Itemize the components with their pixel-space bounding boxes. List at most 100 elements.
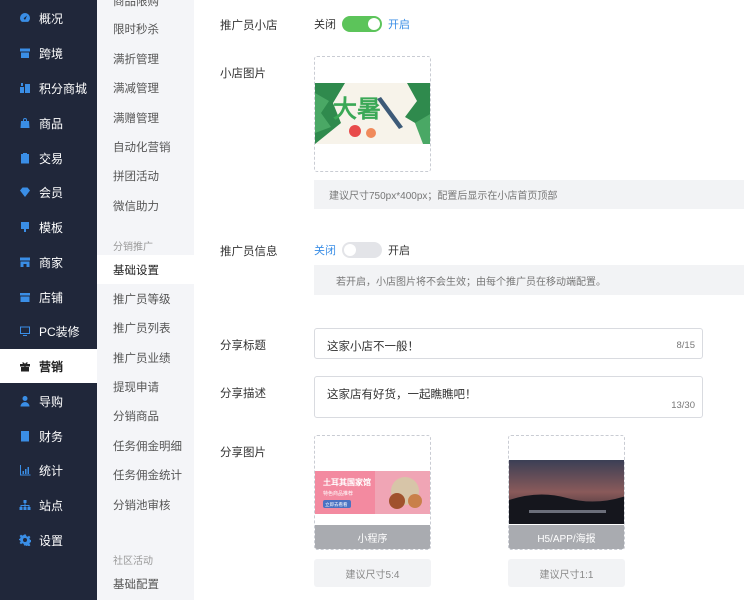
nav-item-shops[interactable]: 店铺 xyxy=(0,280,97,314)
nav-item-points-mall[interactable]: 积分商城 xyxy=(0,71,97,105)
sub-item-pool-review[interactable]: 分销池审核 xyxy=(97,490,194,519)
nav-item-label: 跨境 xyxy=(39,46,64,61)
poster-button: 立即去看看 xyxy=(325,501,348,508)
share-image-label: 分享图片 xyxy=(220,447,266,459)
nav-item-label: 营销 xyxy=(39,359,64,374)
nav-item-label: 设置 xyxy=(39,533,64,548)
switch-on-text: 开启 xyxy=(388,245,410,257)
nav-item-members[interactable]: 会员 xyxy=(0,175,97,209)
sub-item-basic-settings[interactable]: 基础设置 xyxy=(97,255,194,284)
nav-item-label: 模板 xyxy=(39,220,64,235)
nav-item-finance[interactable]: 财务 xyxy=(0,419,97,453)
wallet-icon xyxy=(19,430,31,442)
sub-item-community-config[interactable]: 基础配置 xyxy=(97,569,194,598)
sub-item-withdraw[interactable]: 提现申请 xyxy=(97,372,194,401)
nav-item-guide[interactable]: 导购 xyxy=(0,384,97,418)
nav-item-marketing[interactable]: 营销 xyxy=(0,349,97,383)
shop-image-hint: 建议尺寸750px*400px；配置后显示在小店首页顶部 xyxy=(314,180,744,209)
person-icon xyxy=(19,395,31,407)
poster-image: 土耳其国家馆 特色商品推荐 立即去看看 xyxy=(315,471,430,514)
size-hint-button[interactable]: 建议尺寸5:4 xyxy=(314,559,431,587)
nav-item-templates[interactable]: 模板 xyxy=(0,210,97,244)
nav-item-label: 商品 xyxy=(39,116,64,131)
shop-icon xyxy=(19,291,31,303)
size-hint-button[interactable]: 建议尺寸1:1 xyxy=(508,559,625,587)
nav-item-sites[interactable]: 站点 xyxy=(0,488,97,522)
sub-item-flash-sale[interactable]: 限时秒杀 xyxy=(97,14,194,43)
share-image-caption: H5/APP/海报 xyxy=(509,525,624,549)
sub-item-full-reduction[interactable]: 满减管理 xyxy=(97,73,194,102)
monitor-icon xyxy=(19,325,31,337)
nav-item-merchants[interactable]: 商家 xyxy=(0,245,97,279)
settings-form: 推广员小店 关闭 开启 小店图片 大暑 建议尺寸750px*400px；配置后显… xyxy=(194,0,744,600)
nav-item-stats[interactable]: 统计 xyxy=(0,453,97,487)
share-title-count: 8/15 xyxy=(676,340,696,351)
sub-item-group-buy[interactable]: 拼团活动 xyxy=(97,161,194,190)
shop-label: 推广员小店 xyxy=(220,20,278,32)
nav-item-label: 会员 xyxy=(39,185,64,200)
nav-item-overview[interactable]: 概况 xyxy=(0,1,97,35)
sub-item-dist-products[interactable]: 分销商品 xyxy=(97,401,194,430)
shop-image-upload[interactable]: 大暑 xyxy=(314,56,431,172)
sub-item-promoter-performance[interactable]: 推广员业绩 xyxy=(97,343,194,372)
sub-item-discount[interactable]: 满折管理 xyxy=(97,44,194,73)
nav-item-label: PC装修 xyxy=(39,324,80,339)
template-icon xyxy=(19,221,31,233)
switch-off-text: 关闭 xyxy=(314,19,336,31)
sub-group-title: 社区活动 xyxy=(113,556,153,567)
nav-item-crossborder[interactable]: 跨境 xyxy=(0,36,97,70)
shop-switch-row: 关闭 开启 xyxy=(314,16,410,32)
nav-item-pc-decor[interactable]: PC装修 xyxy=(0,314,97,348)
gear-icon xyxy=(19,534,31,546)
nav-item-settings[interactable]: 设置 xyxy=(0,523,97,557)
toggle-knob xyxy=(344,244,356,256)
clipboard-icon xyxy=(19,152,31,164)
share-desc-textarea[interactable]: 这家店有好货，一起瞧瞧吧！ 13/30 xyxy=(314,376,703,418)
poster-title: 土耳其国家馆 xyxy=(323,477,371,487)
share-image-miniprogram[interactable]: 土耳其国家馆 特色商品推荐 立即去看看 小程序 xyxy=(314,435,431,550)
share-desc-count: 13/30 xyxy=(671,400,695,411)
share-title-label: 分享标题 xyxy=(220,340,266,352)
sub-item-promoter-list[interactable]: 推广员列表 xyxy=(97,313,194,342)
gift-icon xyxy=(19,360,31,372)
sub-item-purchase-limit[interactable]: 商品限购 xyxy=(97,0,194,15)
nav-item-label: 导购 xyxy=(39,394,64,409)
share-title-input[interactable]: 这家小店不一般！ 8/15 xyxy=(314,328,703,359)
switch-on-text: 开启 xyxy=(388,19,410,31)
shop-toggle[interactable] xyxy=(342,16,382,32)
switch-off-text: 关闭 xyxy=(314,245,336,257)
main-nav: 概况 跨境 积分商城 商品 交易 会员 模板 商家 店铺 PC装修 营销 导购 … xyxy=(0,0,97,600)
info-switch-row: 关闭 开启 xyxy=(314,242,410,258)
bag-icon xyxy=(19,117,31,129)
poster-image xyxy=(509,460,624,524)
gauge-icon xyxy=(19,12,31,24)
nav-item-trade[interactable]: 交易 xyxy=(0,141,97,175)
poster-subtitle: 特色商品推荐 xyxy=(323,490,353,497)
info-toggle[interactable] xyxy=(342,242,382,258)
sub-item-wechat-help[interactable]: 微信助力 xyxy=(97,191,194,220)
nav-item-label: 站点 xyxy=(39,498,64,513)
box-icon xyxy=(19,47,31,59)
nav-item-label: 交易 xyxy=(39,151,64,166)
info-hint: 若开启，小店图片将不会生效；由每个推广员在移动端配置。 xyxy=(314,265,744,295)
toggle-knob xyxy=(368,18,380,30)
store-icon xyxy=(19,256,31,268)
share-title-value: 这家小店不一般！ xyxy=(327,341,419,353)
sub-item-auto-marketing[interactable]: 自动化营销 xyxy=(97,132,194,161)
sitemap-icon xyxy=(19,499,31,511)
banner-text: 大暑 xyxy=(333,96,381,123)
diamond-icon xyxy=(19,186,31,198)
nav-item-label: 商家 xyxy=(39,255,64,270)
mall-icon xyxy=(19,82,31,94)
sub-item-task-commission-stats[interactable]: 任务佣金统计 xyxy=(97,460,194,489)
nav-item-label: 店铺 xyxy=(39,290,64,305)
sub-item-full-gift[interactable]: 满赠管理 xyxy=(97,103,194,132)
sub-item-task-commission-detail[interactable]: 任务佣金明细 xyxy=(97,431,194,460)
share-desc-value: 这家店有好货，一起瞧瞧吧！ xyxy=(327,389,477,401)
share-image-h5[interactable]: H5/APP/海报 xyxy=(508,435,625,550)
sub-item-promoter-level[interactable]: 推广员等级 xyxy=(97,284,194,313)
share-image-caption: 小程序 xyxy=(315,525,430,549)
nav-item-label: 统计 xyxy=(39,463,64,478)
nav-item-label: 积分商城 xyxy=(39,81,88,96)
nav-item-products[interactable]: 商品 xyxy=(0,106,97,140)
